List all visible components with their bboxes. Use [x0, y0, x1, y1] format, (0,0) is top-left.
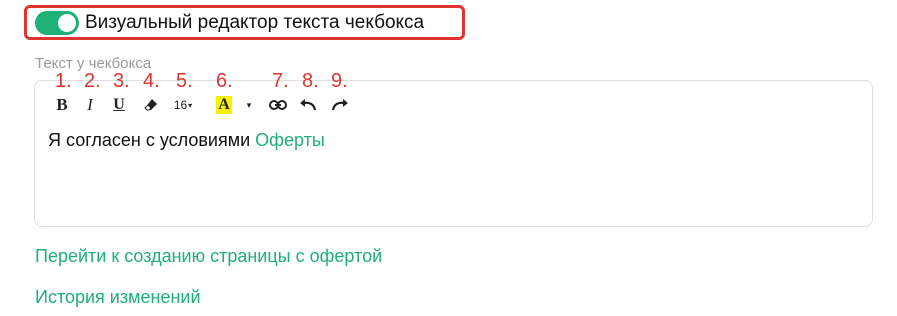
offer-inline-link[interactable]: Оферты [255, 130, 325, 150]
redo-button[interactable] [330, 94, 350, 116]
underline-button[interactable]: U [109, 94, 129, 116]
text-color-swatch: A [216, 96, 232, 114]
redo-icon [331, 98, 349, 112]
visual-editor-toggle-label: Визуальный редактор текста чекбокса [85, 11, 425, 33]
annotation-1: 1. [55, 70, 72, 92]
create-offer-page-link[interactable]: Перейти к созданию страницы с офертой [35, 246, 382, 267]
chevron-down-icon: ▾ [188, 100, 193, 110]
change-history-link[interactable]: История изменений [35, 287, 201, 308]
annotation-7: 7. [272, 70, 289, 92]
undo-icon [299, 98, 317, 112]
link-icon [269, 99, 287, 111]
annotation-5: 5. [176, 70, 193, 92]
insert-link-button[interactable] [268, 94, 288, 116]
annotation-2: 2. [84, 70, 101, 92]
annotation-3: 3. [113, 70, 130, 92]
editor-content[interactable]: Я согласен с условиями Оферты [48, 130, 325, 151]
visual-editor-toggle-row: Визуальный редактор текста чекбокса [24, 5, 465, 40]
annotation-8: 8. [302, 70, 319, 92]
editor-text: Я согласен с условиями [48, 130, 256, 150]
eraser-icon [144, 98, 158, 112]
text-color-button[interactable]: A [214, 94, 234, 116]
text-color-dropdown[interactable]: ▾ [243, 94, 255, 116]
italic-button[interactable]: I [80, 94, 100, 116]
clear-format-button[interactable] [142, 94, 160, 116]
font-size-value: 16 [173, 98, 188, 112]
bold-button[interactable]: B [52, 94, 72, 116]
visual-editor-switch[interactable] [35, 10, 79, 35]
annotation-4: 4. [143, 70, 160, 92]
font-size-select[interactable]: 16 ▾ [168, 94, 198, 116]
annotation-9: 9. [331, 70, 348, 92]
undo-button[interactable] [298, 94, 318, 116]
checkbox-text-settings: Визуальный редактор текста чекбокса Текс… [0, 0, 897, 316]
annotation-6: 6. [216, 70, 233, 92]
switch-knob [58, 13, 76, 32]
